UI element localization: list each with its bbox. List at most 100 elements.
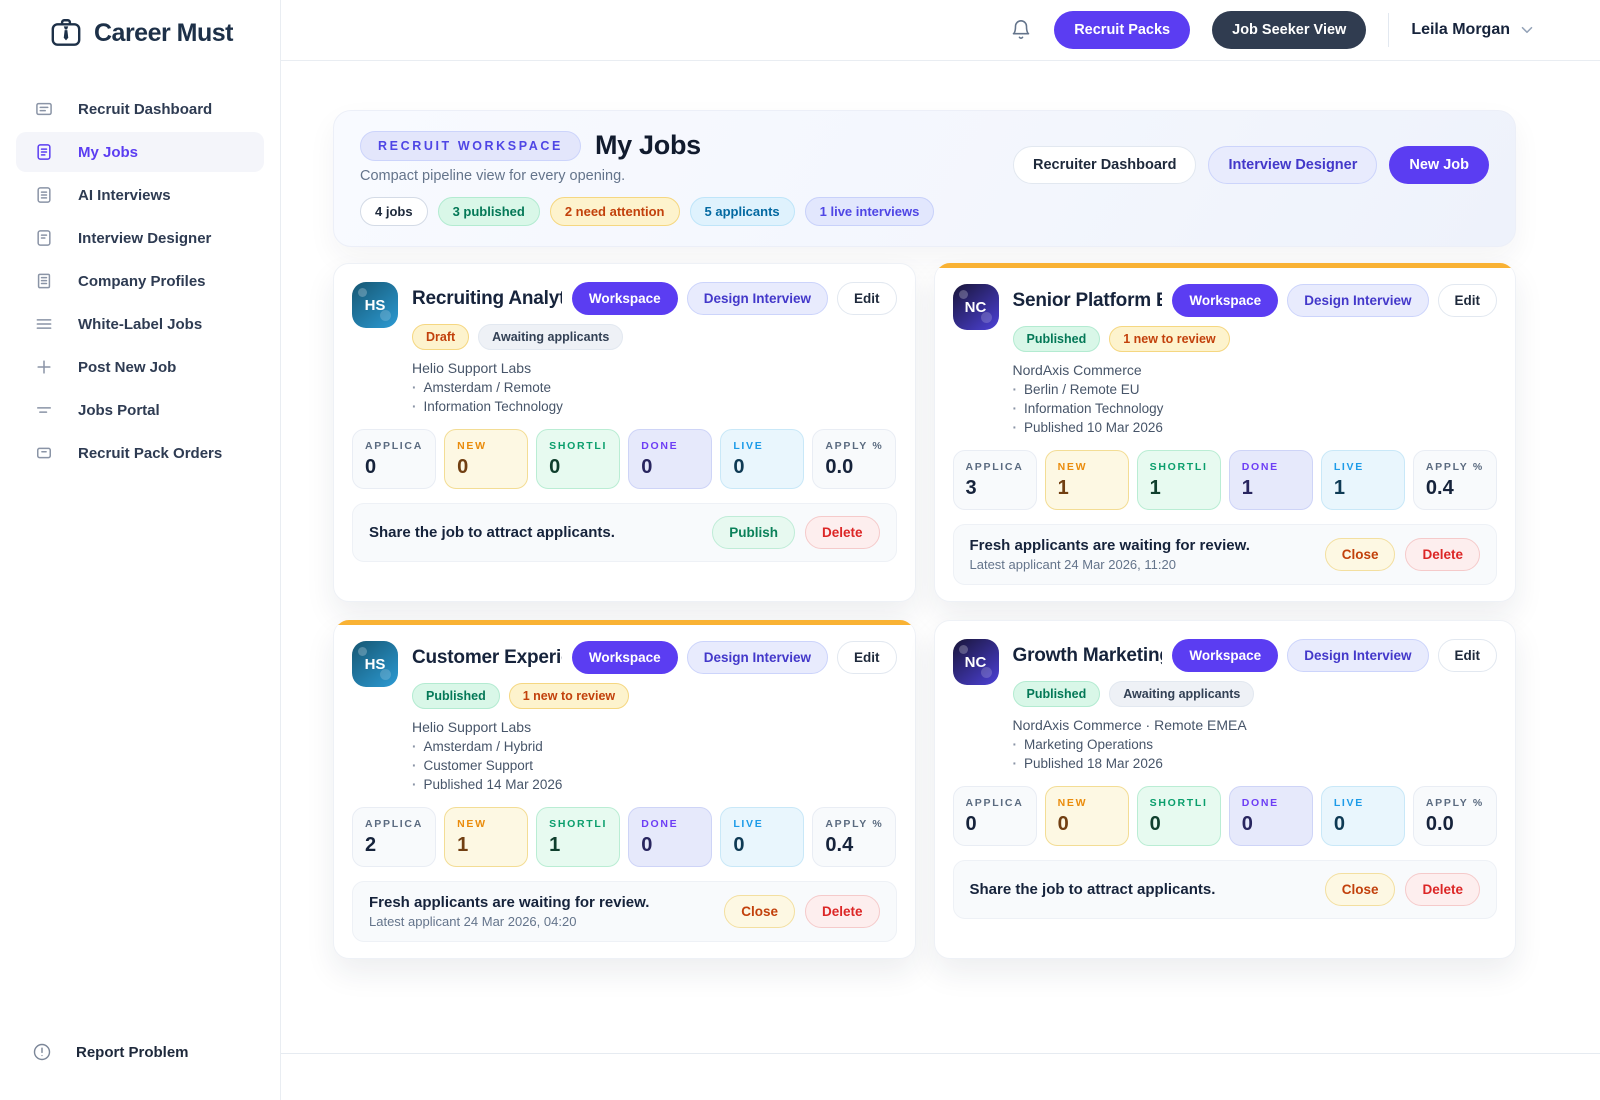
stat-value: 0 (549, 456, 607, 479)
edit-button[interactable]: Edit (837, 641, 897, 674)
job-card-footer: Share the job to attract applicants. Clo… (953, 860, 1498, 919)
stat-label: NEW (457, 818, 515, 830)
stat-apply: APPLY % 0.4 (1413, 450, 1497, 510)
company-name: Helio Support Labs (412, 360, 897, 376)
design-interview-button[interactable]: Design Interview (687, 641, 828, 674)
summary-badge-4-jobs: 4 jobs (360, 197, 428, 226)
sidebar-item-interview-designer[interactable]: Interview Designer (16, 218, 264, 258)
stat-value: 0.0 (825, 456, 883, 479)
job-seeker-view-button[interactable]: Job Seeker View (1212, 11, 1366, 49)
stat-apply: APPLY % 0.0 (1413, 786, 1497, 846)
sidebar-item-ai-interviews[interactable]: AI Interviews (16, 175, 264, 215)
workspace-button[interactable]: Workspace (572, 641, 678, 674)
footer-buttons: Close Delete (1325, 873, 1480, 906)
stat-value: 0 (1150, 813, 1208, 836)
new-job-button[interactable]: New Job (1389, 146, 1489, 184)
sidebar-item-white-label-jobs[interactable]: White-Label Jobs (16, 304, 264, 344)
status-badges: Published1 new to review (412, 683, 897, 709)
workspace-button[interactable]: Workspace (1172, 284, 1278, 317)
sidebar-item-label: Post New Job (78, 359, 176, 376)
hero-badges: 4 jobs 3 published 2 need attention 5 appli… (360, 197, 934, 226)
stat-new: NEW 0 (444, 429, 528, 489)
meta-line: Published 14 Mar 2026 (412, 777, 897, 792)
close-button[interactable]: Close (724, 895, 795, 928)
sidebar-item-label: Jobs Portal (78, 402, 160, 419)
stat-label: APPLY % (825, 440, 883, 452)
stat-value: 0 (966, 813, 1024, 836)
status-badge-draft: Draft (412, 324, 469, 350)
workspace-button[interactable]: Workspace (1172, 639, 1278, 672)
delete-button[interactable]: Delete (805, 516, 880, 549)
close-button[interactable]: Close (1325, 873, 1396, 906)
company-avatar: NC (953, 639, 999, 685)
report-problem-button[interactable]: Report Problem (32, 1042, 189, 1062)
job-card-header: NC Growth Marketing Mana... Workspace Des… (953, 639, 1498, 771)
stat-done: DONE 0 (628, 807, 712, 867)
delete-button[interactable]: Delete (1405, 873, 1480, 906)
design-interview-button[interactable]: Design Interview (1287, 284, 1428, 317)
stat-value: 0 (641, 834, 699, 857)
white-label-icon (34, 314, 54, 334)
stat-value: 0 (457, 456, 515, 479)
stat-label: SHORTLIST (1150, 797, 1208, 809)
job-meta: Amsterdam / RemoteInformation Technology (412, 380, 897, 414)
company-avatar: HS (352, 282, 398, 328)
stat-done: DONE 0 (628, 429, 712, 489)
user-name: Leila Morgan (1411, 21, 1510, 39)
delete-button[interactable]: Delete (805, 895, 880, 928)
workspace-button[interactable]: Workspace (572, 282, 678, 315)
briefcase-tie-logo-icon (48, 15, 84, 51)
stat-label: NEW (1058, 797, 1116, 809)
sidebar-item-recruit-dashboard[interactable]: Recruit Dashboard (16, 89, 264, 129)
recruit-packs-button[interactable]: Recruit Packs (1054, 11, 1190, 49)
stat-label: APPLY % (825, 818, 883, 830)
recruiter-dashboard-button[interactable]: Recruiter Dashboard (1013, 146, 1196, 184)
close-button[interactable]: Close (1325, 538, 1396, 571)
summary-badge-3-published: 3 published (438, 197, 540, 226)
job-meta: Amsterdam / HybridCustomer SupportPublis… (412, 739, 897, 792)
stat-done: DONE 1 (1229, 450, 1313, 510)
edit-button[interactable]: Edit (1438, 284, 1498, 317)
sidebar-item-my-jobs[interactable]: My Jobs (16, 132, 264, 172)
sidebar-item-recruit-pack-orders[interactable]: Recruit Pack Orders (16, 433, 264, 473)
summary-badge-5-applicants: 5 applicants (690, 197, 795, 226)
sidebar: Career Must Recruit Dashboard My Jobs AI… (0, 0, 281, 1100)
footer-buttons: Publish Delete (712, 516, 879, 549)
orders-icon (34, 443, 54, 463)
summary-badge-2-need-attention: 2 need attention (550, 197, 680, 226)
design-interview-button[interactable]: Design Interview (1287, 639, 1428, 672)
report-problem-label: Report Problem (76, 1044, 189, 1061)
job-title: Growth Marketing Mana... (1013, 645, 1163, 667)
edit-button[interactable]: Edit (837, 282, 897, 315)
footer-message: Fresh applicants are waiting for review. (369, 894, 649, 911)
sidebar-item-label: Recruit Pack Orders (78, 445, 222, 462)
stat-value: 0 (1334, 813, 1392, 836)
pipeline-stats: APPLICANTS 0 NEW 0 SHORTLIST 0 DONE 0 LI… (953, 786, 1498, 846)
stat-new: NEW 1 (444, 807, 528, 867)
stat-label: APPLICANTS (365, 440, 423, 452)
user-menu[interactable]: Leila Morgan (1411, 21, 1536, 39)
sidebar-item-company-profiles[interactable]: Company Profiles (16, 261, 264, 301)
sidebar-item-jobs-portal[interactable]: Jobs Portal (16, 390, 264, 430)
delete-button[interactable]: Delete (1405, 538, 1480, 571)
stat-label: APPLICANTS (966, 797, 1024, 809)
stat-value: 1 (1058, 477, 1116, 500)
sidebar-item-post-new-job[interactable]: Post New Job (16, 347, 264, 387)
footer-message: Share the job to attract applicants. (970, 881, 1216, 898)
footer-buttons: Close Delete (724, 895, 879, 928)
job-card-actions: Workspace Design Interview Edit (572, 282, 897, 315)
job-title: Recruiting Analytics Sp... (412, 288, 562, 310)
stat-value: 1 (457, 834, 515, 857)
job-card-header: HS Customer Experience O... WorkspaceDes… (352, 641, 897, 792)
job-card-header: HS Recruiting Analytics Sp... Workspace D… (352, 282, 897, 414)
brand-logo[interactable]: Career Must (0, 0, 280, 61)
design-interview-button[interactable]: Design Interview (687, 282, 828, 315)
notifications-bell-icon[interactable] (1010, 19, 1032, 41)
publish-button[interactable]: Publish (712, 516, 795, 549)
stat-value: 0.4 (1426, 477, 1484, 500)
stat-value: 1 (1334, 477, 1392, 500)
interview-designer-button[interactable]: Interview Designer (1208, 146, 1377, 184)
meta-line: Customer Support (412, 758, 897, 773)
edit-button[interactable]: Edit (1438, 639, 1498, 672)
sidebar-item-label: Company Profiles (78, 273, 206, 290)
